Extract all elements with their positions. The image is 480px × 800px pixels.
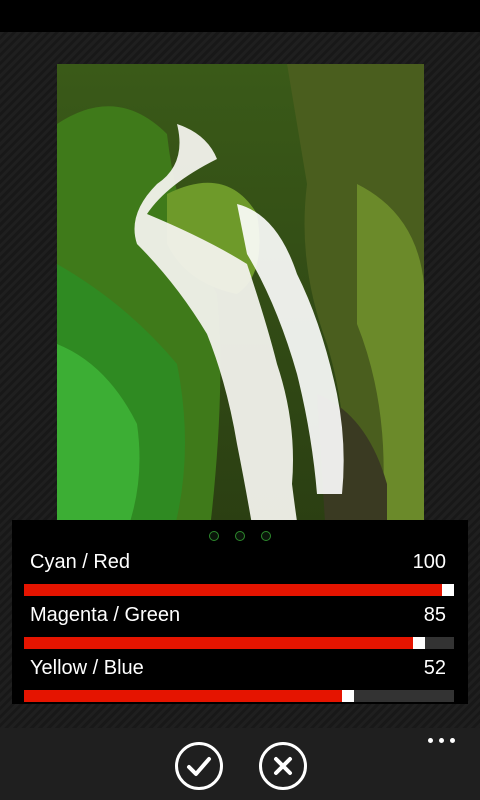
slider-value: 85 bbox=[423, 604, 446, 626]
slider-label: Yellow / Blue bbox=[30, 657, 144, 679]
confirm-button[interactable] bbox=[175, 742, 223, 790]
pager-indicator bbox=[12, 528, 468, 541]
slider-magenta-green: Magenta / Green 85 bbox=[24, 603, 454, 653]
slider-track[interactable] bbox=[24, 637, 454, 649]
slider-yellow-blue: Yellow / Blue 52 bbox=[24, 656, 454, 706]
close-icon bbox=[274, 757, 292, 775]
cancel-button[interactable] bbox=[259, 742, 307, 790]
slider-thumb[interactable] bbox=[413, 637, 425, 649]
slider-fill bbox=[24, 584, 442, 596]
pager-dot[interactable] bbox=[235, 531, 245, 541]
pager-dot[interactable] bbox=[208, 531, 219, 541]
color-balance-panel: Cyan / Red 100 Magenta / Green 85 Yellow… bbox=[12, 520, 468, 704]
more-options-button[interactable] bbox=[428, 738, 456, 746]
slider-fill bbox=[24, 690, 342, 702]
slider-value: 52 bbox=[423, 657, 446, 679]
status-bar bbox=[0, 0, 480, 32]
slider-thumb[interactable] bbox=[342, 690, 354, 702]
ellipsis-icon bbox=[428, 738, 433, 743]
slider-track[interactable] bbox=[24, 584, 454, 596]
slider-fill bbox=[24, 637, 413, 649]
slider-cyan-red: Cyan / Red 100 bbox=[24, 550, 454, 600]
ellipsis-icon bbox=[439, 738, 444, 743]
slider-value: 100 bbox=[412, 551, 446, 573]
pager-dot[interactable] bbox=[261, 531, 272, 541]
waterfall-photo bbox=[57, 64, 424, 554]
slider-thumb[interactable] bbox=[442, 584, 454, 596]
app-bar bbox=[0, 728, 480, 800]
slider-label: Cyan / Red bbox=[30, 551, 131, 573]
ellipsis-icon bbox=[450, 738, 455, 743]
check-icon bbox=[187, 757, 211, 776]
slider-track[interactable] bbox=[24, 690, 454, 702]
slider-label: Magenta / Green bbox=[30, 604, 181, 626]
